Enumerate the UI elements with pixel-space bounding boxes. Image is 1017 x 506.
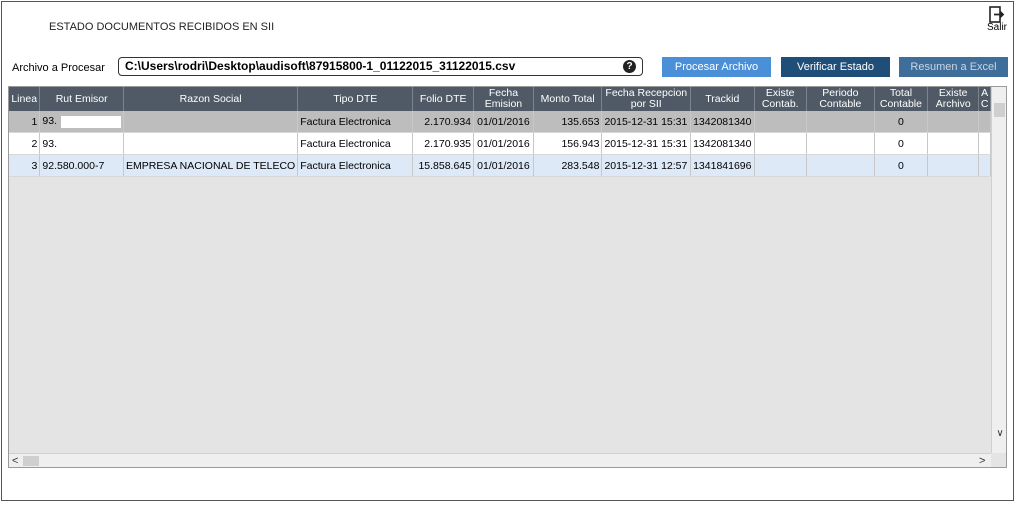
cell-trackid: 1342081340 — [690, 132, 755, 155]
cell-folio: 15.858.645 — [412, 154, 474, 177]
col-rut-emisor[interactable]: Rut Emisor — [39, 87, 124, 111]
cell-periodo — [806, 132, 875, 155]
cell-rut: 92.580.000-7 — [39, 154, 124, 177]
cell-fecha: 01/01/2016 — [473, 111, 534, 133]
cell-truncated — [978, 111, 991, 133]
cell-total-contable: 0 — [874, 111, 929, 133]
cell-truncated — [978, 132, 991, 155]
table-row[interactable]: 3 92.580.000-7 EMPRESA NACIONAL DE TELEC… — [9, 154, 991, 177]
documents-grid: Linea Rut Emisor Razon Social Tipo DTE F… — [8, 86, 1007, 468]
col-total-contable[interactable]: Total Contable — [874, 87, 929, 111]
page-title: ESTADO DOCUMENTOS RECIBIDOS EN SII — [49, 21, 275, 33]
chevron-right-icon[interactable]: > — [979, 454, 985, 467]
col-existe-contab[interactable]: Existe Contab. — [754, 87, 807, 111]
col-periodo-contable[interactable]: Periodo Contable — [806, 87, 875, 111]
cell-tipo: Factura Electronica — [297, 111, 414, 133]
cell-tipo: Factura Electronica — [297, 132, 414, 155]
cell-existe-contab — [754, 154, 807, 177]
col-tipo-dte[interactable]: Tipo DTE — [297, 87, 414, 111]
exit-icon — [989, 6, 1005, 23]
cell-folio: 2.170.935 — [412, 132, 474, 155]
chevron-left-icon[interactable]: < — [12, 454, 18, 467]
file-path-field[interactable]: C:\Users\rodri\Desktop\audisoft\87915800… — [118, 57, 643, 76]
cell-existe-contab — [754, 111, 807, 133]
cell-trackid: 1341841696 — [690, 154, 755, 177]
cell-existe-archivo — [927, 132, 980, 155]
cell-linea: 3 — [9, 154, 41, 177]
cell-trackid: 1342081340 — [690, 111, 755, 133]
horizontal-scroll-thumb[interactable] — [23, 456, 39, 466]
cell-fecha: 01/01/2016 — [473, 132, 534, 155]
cell-recepcion: 2015-12-31 15:31 — [601, 111, 692, 133]
cell-rut: 93. — [39, 132, 124, 155]
cell-recepcion: 2015-12-31 15:31 — [601, 132, 692, 155]
cell-existe-archivo — [927, 111, 980, 133]
process-file-button[interactable]: Procesar Archivo — [662, 57, 771, 77]
cell-fecha: 01/01/2016 — [473, 154, 534, 177]
cell-razon — [123, 132, 299, 155]
col-fecha-emision[interactable]: Fecha Emision — [473, 87, 534, 111]
verify-status-button[interactable]: Verificar Estado — [781, 57, 890, 77]
cell-razon: EMPRESA NACIONAL DE TELECO — [123, 154, 299, 177]
cell-truncated — [978, 154, 991, 177]
table-row[interactable]: 1 93. Factura Electronica 2.170.934 01/0… — [9, 111, 991, 133]
exit-button[interactable]: Salir — [986, 6, 1008, 33]
horizontal-scrollbar[interactable]: < > — [9, 453, 991, 467]
col-linea[interactable]: Linea — [9, 87, 41, 111]
cell-periodo — [806, 111, 875, 133]
vertical-scrollbar[interactable]: ∨ — [991, 87, 1006, 453]
export-excel-button[interactable]: Resumen a Excel — [899, 57, 1008, 77]
cell-monto: 156.943 — [533, 132, 603, 155]
col-existe-archivo[interactable]: Existe Archivo — [927, 87, 980, 111]
exit-label: Salir — [986, 22, 1007, 33]
col-trackid[interactable]: Trackid — [690, 87, 755, 111]
col-truncated[interactable]: A C — [978, 87, 991, 111]
col-folio-dte[interactable]: Folio DTE — [412, 87, 474, 111]
cell-total-contable: 0 — [874, 132, 929, 155]
cell-linea: 1 — [9, 111, 41, 133]
chevron-down-icon[interactable]: ∨ — [992, 428, 1006, 439]
cell-rut: 93. — [39, 111, 124, 133]
documents-table: Linea Rut Emisor Razon Social Tipo DTE F… — [9, 87, 991, 177]
table-header-row: Linea Rut Emisor Razon Social Tipo DTE F… — [9, 87, 991, 111]
vertical-scroll-thumb[interactable] — [994, 103, 1005, 117]
cell-monto: 283.548 — [533, 154, 603, 177]
cell-folio: 2.170.934 — [412, 111, 474, 133]
col-monto-total[interactable]: Monto Total — [533, 87, 603, 111]
file-path-value: C:\Users\rodri\Desktop\audisoft\87915800… — [125, 59, 516, 73]
col-razon-social[interactable]: Razon Social — [123, 87, 299, 111]
table-row[interactable]: 2 93. Factura Electronica 2.170.935 01/0… — [9, 132, 991, 155]
cell-periodo — [806, 154, 875, 177]
cell-razon — [123, 111, 299, 133]
question-icon[interactable]: ? — [623, 60, 636, 73]
cell-tipo: Factura Electronica — [297, 154, 414, 177]
file-label: Archivo a Procesar — [12, 62, 105, 74]
cell-existe-contab — [754, 132, 807, 155]
cell-linea: 2 — [9, 132, 41, 155]
cell-existe-archivo — [927, 154, 980, 177]
cell-monto: 135.653 — [533, 111, 603, 133]
col-fecha-recepcion[interactable]: Fecha Recepcion por SII — [601, 87, 692, 111]
cell-total-contable: 0 — [874, 154, 929, 177]
cell-recepcion: 2015-12-31 12:57 — [601, 154, 692, 177]
